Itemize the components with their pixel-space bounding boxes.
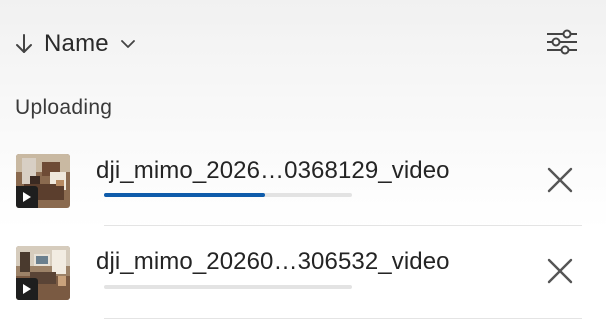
- upload-progress-bar: [104, 193, 352, 197]
- sliders-icon: [545, 28, 579, 61]
- video-thumbnail: [16, 246, 70, 300]
- upload-progress-fill: [104, 193, 266, 197]
- video-play-icon: [16, 186, 38, 208]
- upload-list-item[interactable]: dji_mimo_2026…0368129_video: [0, 134, 606, 226]
- video-play-icon: [16, 278, 38, 300]
- file-name: dji_mimo_2026…0368129_video: [96, 157, 450, 184]
- upload-list-item[interactable]: dji_mimo_20260…306532_video: [0, 227, 606, 319]
- filter-button[interactable]: [544, 26, 580, 62]
- upload-progress-bar: [104, 285, 352, 289]
- sort-label: Name: [44, 30, 109, 57]
- cancel-upload-button[interactable]: [542, 255, 578, 291]
- row-divider: [104, 318, 582, 319]
- section-title-uploading: Uploading: [15, 96, 113, 119]
- row-divider: [104, 225, 582, 226]
- video-thumbnail: [16, 154, 70, 208]
- arrow-down-icon: [14, 32, 34, 56]
- sort-by-name-button[interactable]: Name: [14, 26, 137, 62]
- close-icon: [546, 166, 574, 199]
- chevron-down-icon: [119, 38, 137, 50]
- file-name: dji_mimo_20260…306532_video: [96, 248, 450, 275]
- close-icon: [546, 257, 574, 290]
- cancel-upload-button[interactable]: [542, 164, 578, 200]
